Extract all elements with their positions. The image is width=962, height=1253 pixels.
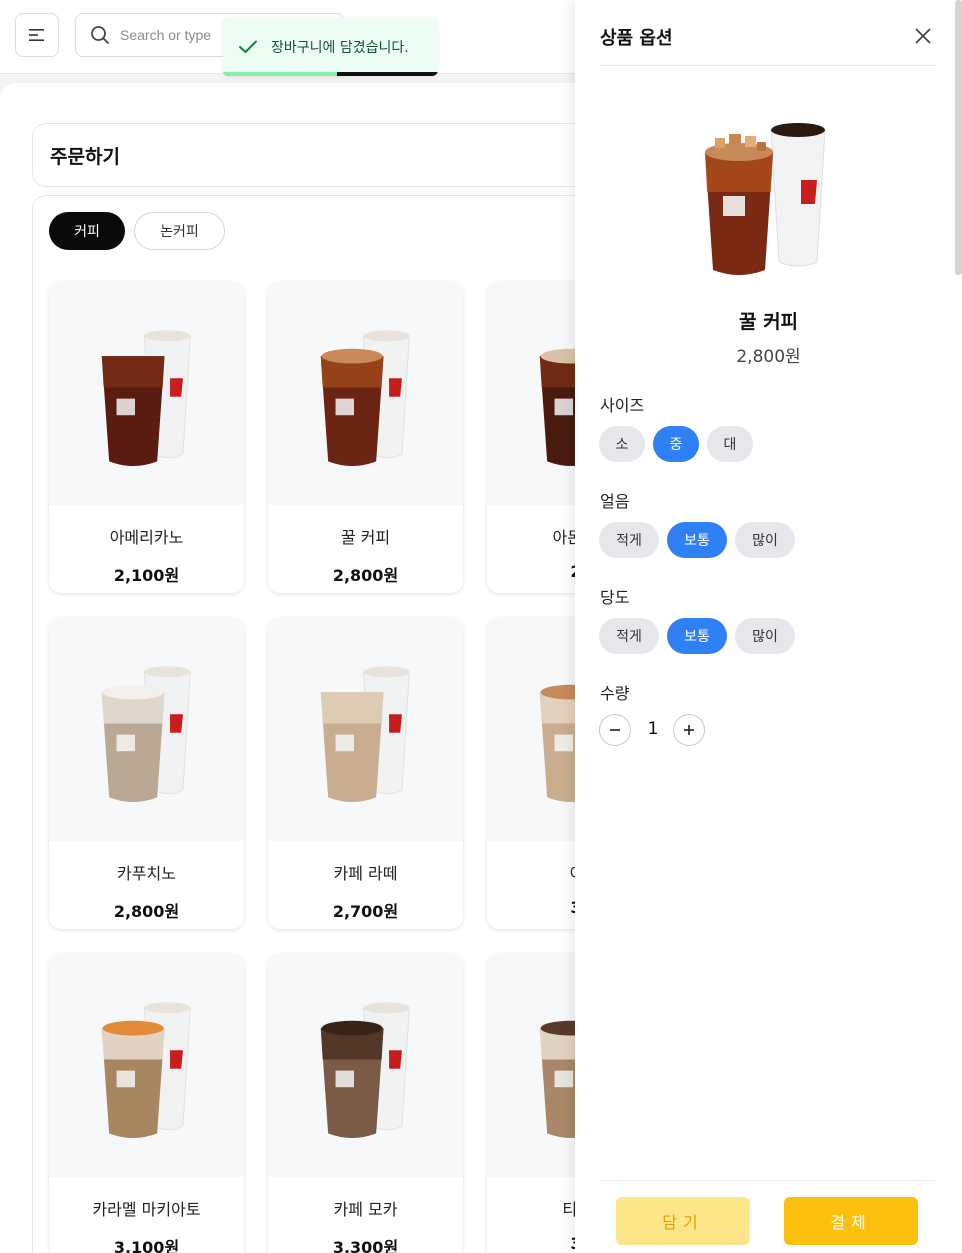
quantity-increase-button[interactable] — [673, 714, 705, 746]
sweetness-option-less[interactable]: 적게 — [599, 618, 659, 654]
product-name: 카페 모카 — [333, 1200, 398, 1219]
size-option-large[interactable]: 대 — [707, 426, 753, 462]
close-button[interactable] — [911, 24, 935, 48]
check-icon — [239, 40, 257, 53]
product-card[interactable]: 카푸치노 2,800원 — [49, 618, 244, 929]
search-icon — [91, 26, 109, 44]
product-image — [268, 618, 463, 841]
close-icon — [915, 28, 931, 44]
product-price: 2,800원 — [113, 902, 180, 921]
toast-progress-fill — [223, 72, 337, 76]
options-drawer: 상품 옵션 꿀 커피 2,800원 사이즈 소 중 대 얼음 적게 보통 많이 … — [575, 0, 962, 1253]
size-option-small[interactable]: 소 — [599, 426, 645, 462]
footer-divider — [599, 1180, 935, 1181]
product-price: 2,800원 — [332, 566, 399, 585]
ice-option-less[interactable]: 적게 — [599, 522, 659, 558]
ice-label: 얼음 — [600, 492, 630, 511]
product-name: 카푸치노 — [117, 864, 176, 883]
product-price: 3,300원 — [332, 1238, 399, 1253]
product-image — [49, 282, 244, 505]
sweetness-option-normal[interactable]: 보통 — [667, 618, 727, 654]
product-image — [693, 112, 843, 282]
menu-icon — [29, 29, 44, 41]
product-card[interactable]: 카페 라떼 2,700원 — [268, 618, 463, 929]
menu-section: 커피 논커피 아메리카노 2,100원 꿀 커피 2,800원 카푸치노 2,8… — [32, 195, 682, 1253]
sweetness-option-more[interactable]: 많이 — [735, 618, 795, 654]
product-card[interactable]: 카페 모카 3,300원 — [268, 954, 463, 1253]
product-image — [268, 282, 463, 505]
product-card[interactable]: 꿀 커피 2,800원 — [268, 282, 463, 593]
product-price: 2,800원 — [736, 347, 801, 367]
quantity-value: 1 — [647, 719, 659, 739]
product-name: 꿀 커피 — [738, 311, 799, 333]
product-name: 카페 라떼 — [333, 864, 398, 883]
toast-notification: 장바구니에 담겼습니다. — [223, 17, 438, 76]
size-label: 사이즈 — [600, 396, 645, 415]
minus-icon — [610, 729, 620, 731]
product-price: 2,700원 — [332, 902, 399, 921]
page-title: 주문하기 — [50, 145, 120, 168]
product-card[interactable]: 아메리카노 2,100원 — [49, 282, 244, 593]
product-card[interactable]: 카라멜 마키아토 3,100원 — [49, 954, 244, 1253]
drawer-divider — [599, 65, 935, 66]
quantity-decrease-button[interactable] — [599, 714, 631, 746]
toast-message: 장바구니에 담겼습니다. — [271, 39, 409, 56]
size-option-medium[interactable]: 중 — [653, 426, 699, 462]
menu-button[interactable] — [15, 13, 59, 57]
product-name: 아메리카노 — [109, 528, 184, 547]
tab-coffee[interactable]: 커피 — [49, 212, 125, 250]
plus-icon — [684, 725, 694, 735]
product-price: 3,100원 — [113, 1238, 180, 1253]
add-to-cart-button[interactable]: 담기 — [616, 1197, 750, 1245]
product-name: 꿀 커피 — [340, 528, 391, 547]
scrollbar[interactable] — [955, 0, 962, 275]
product-image — [268, 954, 463, 1177]
product-name: 카라멜 마키아토 — [92, 1200, 201, 1219]
ice-option-more[interactable]: 많이 — [735, 522, 795, 558]
product-image — [49, 618, 244, 841]
quantity-label: 수량 — [600, 684, 630, 703]
sweetness-label: 당도 — [600, 588, 630, 607]
product-price: 2,100원 — [113, 566, 180, 585]
tab-non-coffee[interactable]: 논커피 — [134, 212, 225, 250]
ice-option-normal[interactable]: 보통 — [667, 522, 727, 558]
product-image — [49, 954, 244, 1177]
page-header: 주문하기 — [32, 123, 632, 187]
pay-button[interactable]: 결제 — [784, 1197, 918, 1245]
drawer-title: 상품 옵션 — [600, 28, 673, 49]
